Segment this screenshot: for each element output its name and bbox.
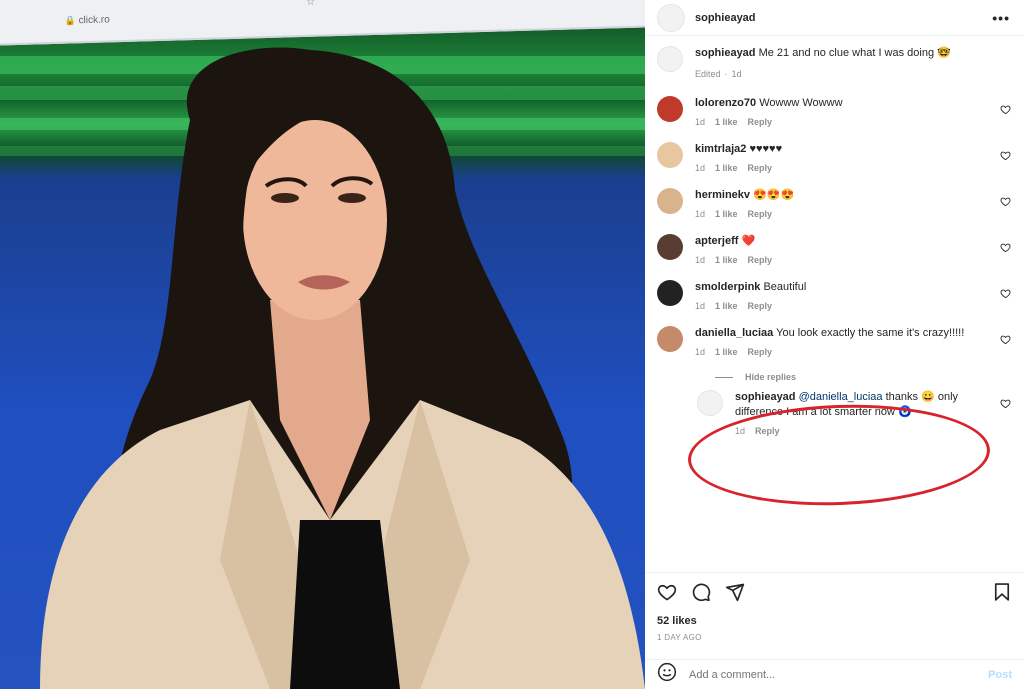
like-comment-icon[interactable] bbox=[1000, 286, 1012, 299]
caption-username[interactable]: sophieayad bbox=[695, 47, 756, 59]
comment-username[interactable]: smolderpink bbox=[695, 281, 760, 293]
edited-label: Edited bbox=[695, 69, 721, 79]
reply-button[interactable]: Reply bbox=[748, 161, 773, 176]
reply-button[interactable]: Reply bbox=[748, 253, 773, 268]
comment-text: ♥♥♥♥♥ bbox=[749, 143, 783, 155]
likes-count[interactable]: 52 likes bbox=[657, 615, 1012, 627]
like-comment-icon[interactable] bbox=[1000, 102, 1012, 115]
reply-time: 1d bbox=[735, 426, 746, 436]
add-comment-bar: Post bbox=[645, 659, 1024, 689]
avatar[interactable] bbox=[657, 326, 683, 352]
comment-item: lolorenzo70 Wowww Wowww 1d 1 like Reply bbox=[657, 96, 1012, 130]
reply-button[interactable]: Reply bbox=[748, 345, 773, 360]
comment-time: 1d bbox=[695, 347, 706, 357]
reply-mention[interactable]: @daniella_luciaa bbox=[799, 391, 883, 403]
post-header: sophieayad ••• bbox=[645, 0, 1024, 36]
hide-replies-button[interactable]: Hide replies bbox=[715, 372, 1012, 382]
avatar[interactable] bbox=[657, 234, 683, 260]
comment-likes[interactable]: 1 like bbox=[715, 345, 738, 360]
avatar[interactable] bbox=[657, 3, 685, 32]
comment-username[interactable]: kimtrlaja2 bbox=[695, 143, 746, 155]
comment-likes[interactable]: 1 like bbox=[715, 299, 738, 314]
like-comment-icon[interactable] bbox=[1000, 396, 1012, 409]
like-comment-icon[interactable] bbox=[1000, 332, 1012, 345]
comment-text: You look exactly the same it's crazy!!!!… bbox=[776, 327, 965, 339]
like-comment-icon[interactable] bbox=[1000, 148, 1012, 161]
reply-button[interactable]: Reply bbox=[748, 207, 773, 222]
comment-item: kimtrlaja2 ♥♥♥♥♥ 1d 1 like Reply bbox=[657, 142, 1012, 176]
reply-username[interactable]: sophieayad bbox=[735, 391, 796, 403]
avatar[interactable] bbox=[657, 142, 683, 168]
comment-likes[interactable]: 1 like bbox=[715, 115, 738, 130]
comment-username[interactable]: daniella_luciaa bbox=[695, 327, 773, 339]
person-portrait bbox=[40, 47, 645, 689]
comment-username[interactable]: lolorenzo70 bbox=[695, 97, 756, 109]
avatar[interactable] bbox=[657, 46, 683, 72]
avatar[interactable] bbox=[657, 96, 683, 122]
comment-item: daniella_luciaa You look exactly the sam… bbox=[657, 326, 1012, 360]
more-options-icon[interactable]: ••• bbox=[992, 10, 1010, 26]
comment-input[interactable] bbox=[689, 668, 989, 681]
comment-item: smolderpink Beautiful 1d 1 like Reply bbox=[657, 280, 1012, 314]
comment-time: 1d bbox=[695, 163, 706, 173]
caption-time: 1d bbox=[731, 69, 742, 79]
comment-text: Wowww Wowww bbox=[759, 97, 843, 109]
comment-likes[interactable]: 1 like bbox=[715, 161, 738, 176]
comments-list: sophieayad Me 21 and no clue what I was … bbox=[645, 36, 1024, 439]
comment-username[interactable]: herminekv bbox=[695, 189, 750, 201]
comment-text: 😍😍😍 bbox=[753, 189, 795, 201]
caption: sophieayad Me 21 and no clue what I was … bbox=[657, 46, 1012, 82]
caption-text: Me 21 and no clue what I was doing 🤓 bbox=[758, 47, 951, 59]
post-actions: 52 likes 1 DAY AGO bbox=[645, 572, 1024, 642]
avatar[interactable] bbox=[657, 188, 683, 214]
bookmark-icon[interactable] bbox=[992, 582, 1012, 607]
post-username[interactable]: sophieayad bbox=[695, 12, 756, 24]
comment-text: Beautiful bbox=[763, 281, 807, 293]
comment-icon[interactable] bbox=[691, 582, 711, 607]
reply-comment: sophieayad @daniella_luciaa thanks 😀 onl… bbox=[697, 390, 1012, 439]
post-button[interactable]: Post bbox=[988, 669, 1012, 681]
share-icon[interactable] bbox=[725, 582, 745, 607]
comment-item: herminekv 😍😍😍 1d 1 like Reply bbox=[657, 188, 1012, 222]
comment-time: 1d bbox=[695, 117, 706, 127]
comment-time: 1d bbox=[695, 255, 706, 265]
avatar[interactable] bbox=[697, 390, 723, 416]
reply-button[interactable]: Reply bbox=[755, 424, 780, 439]
post-photo: 🔒 click.ro ☆ bbox=[0, 0, 645, 689]
comment-text: ❤️ bbox=[741, 235, 756, 247]
like-heart-icon[interactable] bbox=[657, 582, 677, 607]
comment-username[interactable]: apterjeff bbox=[695, 235, 738, 247]
avatar[interactable] bbox=[657, 280, 683, 306]
emoji-icon[interactable] bbox=[657, 662, 677, 687]
comment-likes[interactable]: 1 like bbox=[715, 253, 738, 268]
like-comment-icon[interactable] bbox=[1000, 240, 1012, 253]
post-sidebar: sophieayad ••• sophieayad Me 21 and no c… bbox=[645, 0, 1024, 689]
reply-button[interactable]: Reply bbox=[748, 299, 773, 314]
comment-likes[interactable]: 1 like bbox=[715, 207, 738, 222]
reply-button[interactable]: Reply bbox=[748, 115, 773, 130]
comment-time: 1d bbox=[695, 209, 706, 219]
comment-time: 1d bbox=[695, 301, 706, 311]
like-comment-icon[interactable] bbox=[1000, 194, 1012, 207]
comment-item: apterjeff ❤️ 1d 1 like Reply bbox=[657, 234, 1012, 268]
post-timestamp: 1 DAY AGO bbox=[657, 633, 702, 642]
